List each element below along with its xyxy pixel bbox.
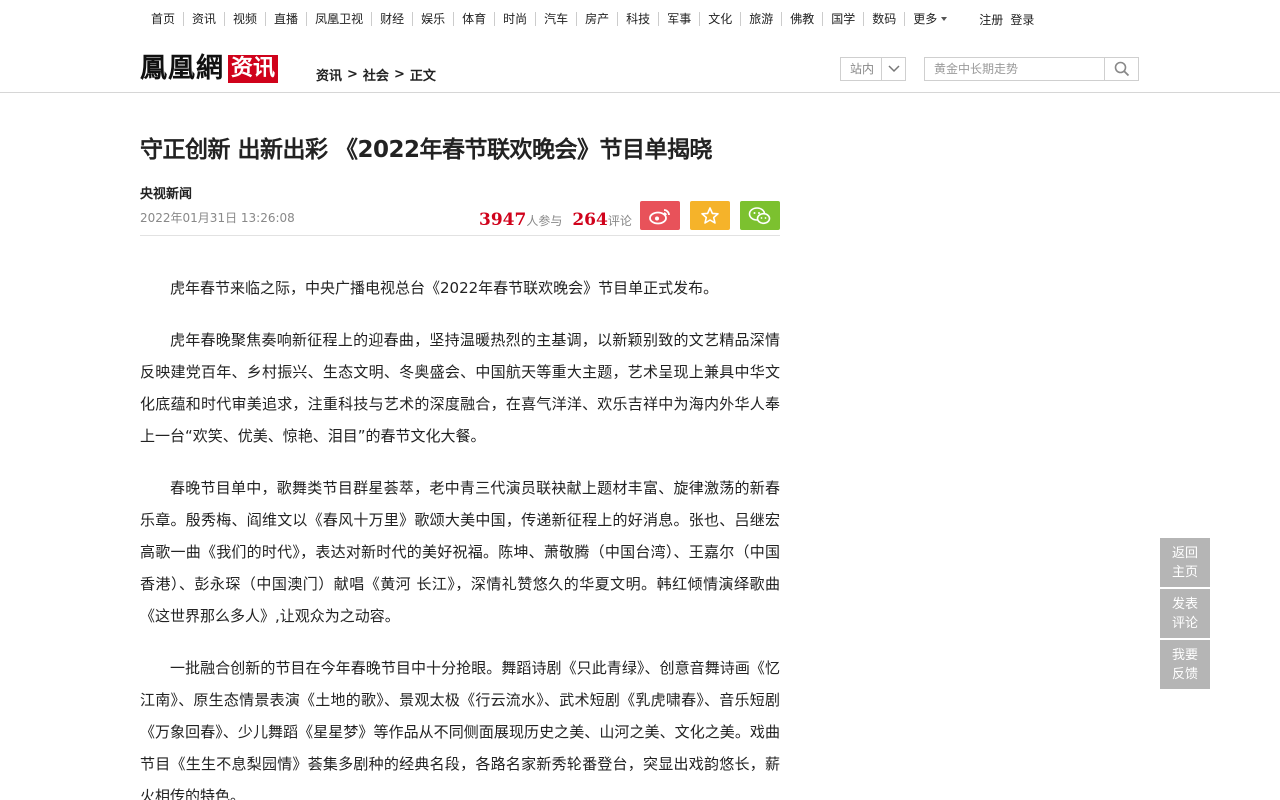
nav-item-entertainment[interactable]: 娱乐 xyxy=(412,12,453,26)
article-paragraph: 虎年春晚聚焦奏响新征程上的迎春曲，坚持温暖热烈的主基调，以新颖别致的文艺精品深情… xyxy=(140,331,780,445)
nav-item-video[interactable]: 视频 xyxy=(224,12,265,26)
nav-item-sports[interactable]: 体育 xyxy=(453,12,494,26)
nav-item-travel[interactable]: 旅游 xyxy=(740,12,781,26)
weibo-icon xyxy=(649,208,670,224)
search-scope-select[interactable]: 站内 xyxy=(840,57,906,81)
breadcrumb-separator: > xyxy=(393,67,405,82)
share-weibo-button[interactable] xyxy=(640,201,680,230)
breadcrumb-separator: > xyxy=(347,67,358,82)
nav-item-tech[interactable]: 科技 xyxy=(617,12,658,26)
nav-item-digital[interactable]: 数码 xyxy=(863,12,904,26)
nav-item-military[interactable]: 军事 xyxy=(658,12,699,26)
share-wechat-button[interactable] xyxy=(740,201,780,230)
side-float-toolbar: 返回 主页 发表 评论 我要 反馈 xyxy=(1160,538,1210,689)
breadcrumb-item-news[interactable]: 资讯 xyxy=(316,65,342,84)
nav-item-guoxue[interactable]: 国学 xyxy=(822,12,863,26)
search-button[interactable] xyxy=(1105,58,1138,80)
logo-wordmark: 鳳凰網 xyxy=(140,53,224,84)
nav-item-home[interactable]: 首页 xyxy=(140,12,183,26)
breadcrumb: 资讯 > 社会 > 正文 xyxy=(316,65,436,84)
favorite-button[interactable] xyxy=(690,201,730,230)
article: 守正创新 出新出彩 《2022年春节联欢晚会》节目单揭晓 央视新闻 2022年0… xyxy=(140,93,780,800)
nav-item-live[interactable]: 直播 xyxy=(265,12,306,26)
share-buttons xyxy=(640,201,780,230)
nav-item-phoenix-tv[interactable]: 凤凰卫视 xyxy=(306,12,371,26)
site-logo[interactable]: 鳳凰網 资讯 xyxy=(140,53,279,84)
search-box xyxy=(924,57,1139,81)
article-body: 虎年春节来临之际，中央广播电视总台《2022年春节联欢晚会》节目单正式发布。 虎… xyxy=(140,272,780,800)
search-input[interactable] xyxy=(925,58,1105,80)
login-link[interactable]: 登录 xyxy=(1010,11,1034,28)
article-title: 守正创新 出新出彩 《2022年春节联欢晚会》节目单揭晓 xyxy=(140,137,713,163)
nav-item-finance[interactable]: 财经 xyxy=(371,12,412,26)
star-icon xyxy=(701,206,719,224)
comments-label[interactable]: 评论 xyxy=(608,212,632,229)
caret-down-icon xyxy=(941,17,948,21)
breadcrumb-item-article: 正文 xyxy=(409,69,436,84)
article-paragraph: 春晚节目单中，歌舞类节目群星荟萃，老中青三代演员联袂献上题材丰富、旋律激荡的新春… xyxy=(140,479,780,625)
nav-item-culture[interactable]: 文化 xyxy=(699,12,740,26)
article-paragraph: 一批融合创新的节目在今年春晚节目中十分抢眼。舞蹈诗剧《只此青绿》、创意音舞诗画《… xyxy=(140,659,780,800)
participants-label: 人参与 xyxy=(526,214,563,228)
back-home-button[interactable]: 返回 主页 xyxy=(1160,538,1210,587)
wechat-icon xyxy=(748,206,771,224)
search-scope-label: 站内 xyxy=(841,58,882,80)
nav-item-house[interactable]: 房产 xyxy=(576,12,617,26)
comments-count[interactable]: 264 xyxy=(572,210,608,230)
top-navigation: 首页 资讯 视频 直播 凤凰卫视 财经 娱乐 体育 时尚 汽车 房产 科技 军事… xyxy=(0,0,1280,38)
nav-item-fashion[interactable]: 时尚 xyxy=(494,12,535,26)
search-icon xyxy=(1114,61,1129,77)
post-comment-button[interactable]: 发表 评论 xyxy=(1160,589,1210,638)
article-stats: 3947 人参与 264 评论 xyxy=(479,210,642,230)
register-link[interactable]: 注册 xyxy=(979,11,1003,28)
breadcrumb-item-society[interactable]: 社会 xyxy=(363,65,389,84)
channel-header: 鳳凰網 资讯 资讯 > 社会 > 正文 站内 xyxy=(0,38,1280,93)
auth-links: 注册 登录 xyxy=(979,11,1034,28)
feedback-button[interactable]: 我要 反馈 xyxy=(1160,640,1210,689)
nav-more-dropdown[interactable]: 更多 xyxy=(904,12,955,26)
article-meta: 央视新闻 2022年01月31日 13:26:08 3947 人参与 264 评… xyxy=(140,186,780,236)
nav-item-buddhism[interactable]: 佛教 xyxy=(781,12,822,26)
nav-item-auto[interactable]: 汽车 xyxy=(535,12,576,26)
article-paragraph: 虎年春节来临之际，中央广播电视总台《2022年春节联欢晚会》节目单正式发布。 xyxy=(170,279,719,297)
top-nav-list: 首页 资讯 视频 直播 凤凰卫视 财经 娱乐 体育 时尚 汽车 房产 科技 军事… xyxy=(140,0,1034,38)
nav-item-news[interactable]: 资讯 xyxy=(183,12,224,26)
logo-channel-badge: 资讯 xyxy=(228,55,279,83)
nav-more-label: 更多 xyxy=(913,12,938,26)
chevron-down-icon xyxy=(882,65,905,73)
participants-count: 3947 xyxy=(479,210,527,230)
